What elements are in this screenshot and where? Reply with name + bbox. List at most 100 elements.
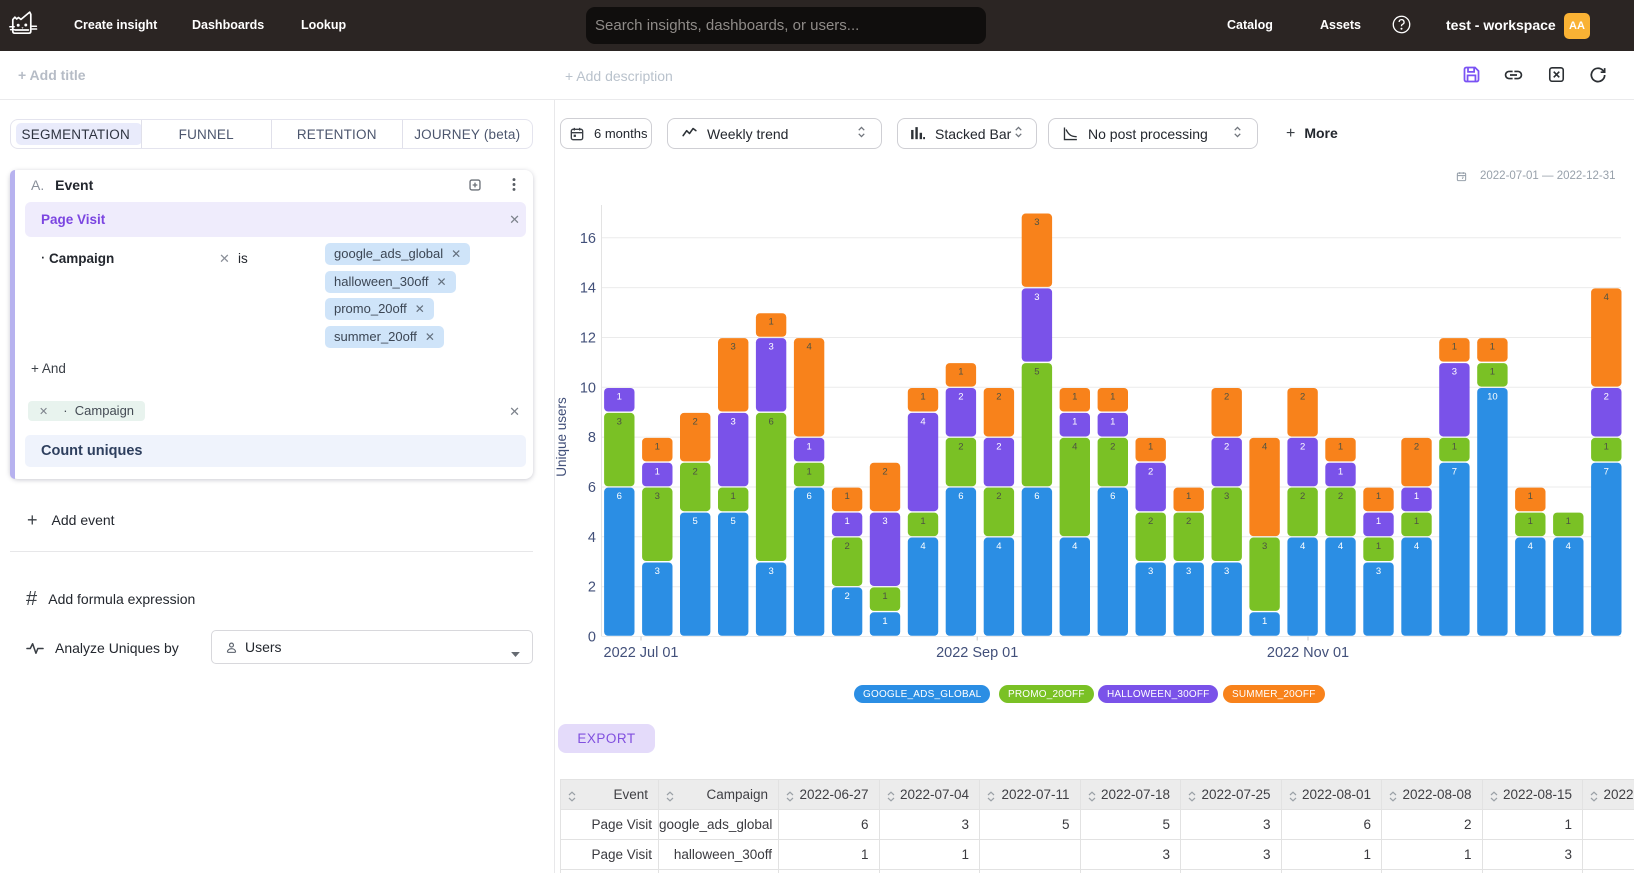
svg-text:2: 2 [844, 591, 849, 602]
svg-text:2: 2 [996, 491, 1001, 502]
svg-text:2: 2 [958, 441, 963, 452]
svg-text:6: 6 [1034, 491, 1039, 502]
svg-text:4: 4 [1072, 441, 1077, 452]
svg-text:1: 1 [1490, 367, 1495, 378]
svg-text:1: 1 [806, 441, 811, 452]
svg-text:3: 3 [1452, 367, 1457, 378]
svg-text:2: 2 [693, 466, 698, 477]
svg-text:1: 1 [768, 317, 773, 328]
svg-text:1: 1 [1338, 441, 1343, 452]
svg-text:6: 6 [958, 491, 963, 502]
svg-text:1: 1 [1148, 441, 1153, 452]
svg-text:2: 2 [1414, 441, 1419, 452]
svg-text:3: 3 [1262, 541, 1267, 552]
svg-text:3: 3 [1224, 491, 1229, 502]
svg-text:2: 2 [1110, 441, 1115, 452]
svg-text:6: 6 [588, 480, 596, 496]
svg-text:1: 1 [1376, 541, 1381, 552]
svg-text:16: 16 [580, 231, 596, 247]
svg-text:6: 6 [806, 491, 811, 502]
svg-text:3: 3 [617, 416, 622, 427]
svg-text:3: 3 [1186, 566, 1191, 577]
svg-text:2: 2 [1300, 491, 1305, 502]
svg-text:3: 3 [1148, 566, 1153, 577]
svg-text:12: 12 [580, 331, 596, 347]
svg-text:3: 3 [1224, 566, 1229, 577]
svg-text:2: 2 [996, 392, 1001, 403]
svg-text:2: 2 [588, 580, 596, 596]
svg-text:6: 6 [617, 491, 622, 502]
svg-text:14: 14 [580, 281, 596, 297]
svg-text:1: 1 [920, 516, 925, 527]
svg-text:3: 3 [655, 491, 660, 502]
svg-text:2: 2 [1300, 441, 1305, 452]
svg-text:4: 4 [806, 342, 811, 353]
svg-text:8: 8 [588, 430, 596, 446]
svg-text:10: 10 [580, 380, 596, 396]
svg-text:1: 1 [1262, 616, 1267, 627]
svg-text:3: 3 [1376, 566, 1381, 577]
svg-text:5: 5 [693, 516, 698, 527]
svg-text:4: 4 [1414, 541, 1419, 552]
svg-text:1: 1 [1110, 416, 1115, 427]
svg-text:Unique users: Unique users [554, 397, 569, 477]
svg-text:2022 Jul 01: 2022 Jul 01 [604, 645, 679, 661]
svg-text:3: 3 [768, 566, 773, 577]
svg-text:1: 1 [806, 466, 811, 477]
svg-text:6: 6 [1110, 491, 1115, 502]
svg-text:3: 3 [1034, 292, 1039, 303]
svg-text:1: 1 [655, 466, 660, 477]
svg-text:1: 1 [1414, 516, 1419, 527]
svg-text:2022 Sep 01: 2022 Sep 01 [936, 645, 1018, 661]
svg-text:1: 1 [1528, 491, 1533, 502]
svg-text:1: 1 [844, 491, 849, 502]
svg-text:1: 1 [1186, 491, 1191, 502]
svg-text:2: 2 [958, 392, 963, 403]
svg-text:1: 1 [1452, 441, 1457, 452]
svg-text:1: 1 [1110, 392, 1115, 403]
svg-text:3: 3 [768, 342, 773, 353]
svg-text:5: 5 [731, 516, 736, 527]
svg-text:4: 4 [1528, 541, 1533, 552]
svg-text:4: 4 [1338, 541, 1343, 552]
svg-text:2: 2 [1148, 516, 1153, 527]
svg-text:1: 1 [1376, 516, 1381, 527]
svg-text:1: 1 [1072, 392, 1077, 403]
svg-text:7: 7 [1452, 466, 1457, 477]
svg-text:4: 4 [1566, 541, 1571, 552]
svg-text:4: 4 [996, 541, 1001, 552]
svg-text:1: 1 [1414, 491, 1419, 502]
svg-text:4: 4 [1300, 541, 1305, 552]
svg-text:1: 1 [617, 392, 622, 403]
svg-text:1: 1 [1490, 342, 1495, 353]
svg-text:1: 1 [1452, 342, 1457, 353]
svg-text:2: 2 [1224, 441, 1229, 452]
svg-text:1: 1 [844, 516, 849, 527]
svg-text:3: 3 [882, 516, 887, 527]
svg-text:1: 1 [731, 491, 736, 502]
svg-text:10: 10 [1487, 392, 1498, 403]
svg-text:3: 3 [731, 416, 736, 427]
svg-text:2: 2 [882, 466, 887, 477]
svg-text:4: 4 [1262, 441, 1267, 452]
svg-text:2: 2 [1604, 392, 1609, 403]
svg-text:2: 2 [844, 541, 849, 552]
svg-text:5: 5 [1034, 367, 1039, 378]
svg-text:2: 2 [1186, 516, 1191, 527]
svg-text:3: 3 [1034, 217, 1039, 228]
svg-text:3: 3 [731, 342, 736, 353]
svg-text:1: 1 [920, 392, 925, 403]
svg-text:3: 3 [655, 566, 660, 577]
svg-text:2: 2 [1300, 392, 1305, 403]
svg-text:1: 1 [1072, 416, 1077, 427]
svg-text:4: 4 [1604, 292, 1609, 303]
svg-text:1: 1 [1566, 516, 1571, 527]
svg-text:1: 1 [1604, 441, 1609, 452]
svg-text:2: 2 [1148, 466, 1153, 477]
svg-text:1: 1 [1528, 516, 1533, 527]
svg-text:4: 4 [920, 416, 925, 427]
svg-text:1: 1 [882, 591, 887, 602]
svg-text:2: 2 [1224, 392, 1229, 403]
svg-text:7: 7 [1604, 466, 1609, 477]
svg-text:2: 2 [1338, 491, 1343, 502]
